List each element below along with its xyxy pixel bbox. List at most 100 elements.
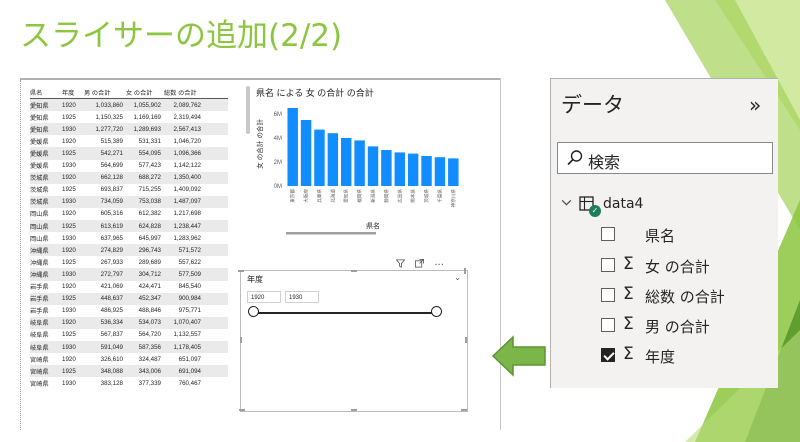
- bar[interactable]: [407, 153, 419, 186]
- x-tick-label: 新潟県: [370, 189, 377, 203]
- table-row[interactable]: 岐阜県 1925 567,837 564,720 1,132,557: [30, 329, 228, 341]
- table-cell: 688,272: [138, 174, 161, 182]
- col-header-prefecture[interactable]: 県名: [30, 88, 62, 97]
- col-header-male-sum[interactable]: 男 の合計: [84, 88, 126, 97]
- bar[interactable]: [367, 146, 379, 186]
- bar[interactable]: [287, 108, 298, 186]
- table-cell: 1,096,366: [173, 150, 201, 158]
- table-cell: 577,509: [178, 270, 201, 278]
- slicer-track[interactable]: [253, 312, 437, 314]
- bar[interactable]: [354, 140, 365, 186]
- table-cell: 326,610: [100, 355, 123, 363]
- bar[interactable]: [341, 138, 352, 186]
- table-cell: 1930: [62, 198, 76, 206]
- field-checkbox[interactable]: [601, 227, 615, 241]
- x-axis-label: 県名: [366, 221, 380, 230]
- table-row[interactable]: 宮崎県 1930 383,128 377,339 760,467: [30, 377, 228, 389]
- table-cell: 734,059: [100, 198, 123, 206]
- table-cell: 2,089,762: [173, 101, 201, 109]
- table-row[interactable]: 愛媛県 1920 515,389 531,331 1,046,720: [30, 135, 228, 147]
- col-header-year[interactable]: 年度: [62, 88, 84, 97]
- table-row[interactable]: 岡山県 1925 613,619 624,828 1,238,447: [30, 220, 228, 233]
- table-cell: 1,289,693: [133, 125, 161, 133]
- table-cell: 605,316: [100, 210, 123, 218]
- table-row[interactable]: 岐阜県 1930 591,049 587,356 1,178,405: [30, 340, 228, 354]
- col-header-total-sum[interactable]: 総数 の合計: [164, 88, 204, 97]
- bar[interactable]: [394, 152, 405, 186]
- slicer-end-handle[interactable]: [431, 306, 442, 317]
- table-row[interactable]: 茨城県 1925 693,837 715,255 1,409,092: [30, 184, 228, 196]
- table-row[interactable]: 愛知県 1930 1,277,720 1,289,693 2,567,413: [30, 123, 228, 136]
- table-row[interactable]: 岩手県 1925 448,637 452,347 900,984: [30, 292, 228, 305]
- chevron-down-icon[interactable]: ⌄: [454, 273, 461, 282]
- resize-handle-tr[interactable]: [464, 268, 466, 274]
- table-cell: 1925: [62, 186, 76, 194]
- table-cell: 1925: [62, 150, 76, 158]
- slicer-start-handle[interactable]: [248, 306, 259, 317]
- table-cell: 岩手県: [30, 296, 49, 304]
- year-slicer[interactable]: 年度 ⌄ 1920 1930: [238, 268, 468, 412]
- slicer-to-input[interactable]: 1930: [285, 291, 319, 303]
- table-cell: 531,331: [138, 137, 161, 145]
- table-row[interactable]: 愛媛県 1925 542,271 554,095 1,096,366: [30, 147, 228, 160]
- resize-handle-bottom[interactable]: [351, 409, 357, 411]
- resize-handle-left[interactable]: [240, 337, 242, 343]
- bar[interactable]: [448, 158, 459, 186]
- bar[interactable]: [314, 129, 325, 186]
- table-cell: 753,038: [138, 198, 161, 206]
- bar[interactable]: [381, 150, 392, 186]
- bar[interactable]: [300, 120, 312, 186]
- table-row[interactable]: 沖縄県 1920 274,829 296,743 571,572: [30, 244, 228, 257]
- table-cell: 534,073: [138, 319, 161, 327]
- resize-handle-right[interactable]: [465, 337, 467, 343]
- resize-handle-top[interactable]: [351, 270, 357, 272]
- search-input[interactable]: 検索: [557, 142, 773, 174]
- arrow-left-icon: [491, 335, 546, 377]
- chart-horizontal-scrollbar[interactable]: [286, 232, 376, 235]
- table-row[interactable]: 宮崎県 1925 348,088 343,006 691,094: [30, 365, 228, 378]
- bar-chart[interactable]: 県名 による 女 の合計 の合計 0M 2M 4M 6M 女 の合計 の合計 東京都 大阪府…: [248, 84, 468, 244]
- report-canvas: 県名 年度 男 の合計 女 の合計 総数 の合計 愛知県 1920 1,033,86…: [20, 78, 501, 430]
- table-cell: 宮崎県: [30, 356, 49, 364]
- table-row[interactable]: 岩手県 1930 486,925 488,846 975,771: [30, 305, 228, 317]
- table-row[interactable]: 愛知県 1920 1,033,860 1,055,902 2,089,762: [30, 99, 228, 112]
- table-row[interactable]: 茨城県 1930 734,059 753,038 1,487,097: [30, 195, 228, 208]
- resize-handle-tl[interactable]: [238, 270, 244, 272]
- table-cell: 岩手県: [30, 308, 49, 316]
- table-cell: 茨城県: [30, 187, 49, 195]
- table-cell: 1920: [62, 355, 76, 363]
- slicer-from-input[interactable]: 1920: [247, 291, 281, 303]
- bar[interactable]: [327, 133, 339, 186]
- table-cell: 1930: [62, 162, 76, 170]
- table-row[interactable]: 愛知県 1925 1,150,325 1,169,169 2,319,494: [30, 111, 228, 123]
- chevron-down-icon[interactable]: [561, 197, 572, 211]
- table-row[interactable]: 茨城県 1920 662,128 688,272 1,350,400: [30, 171, 228, 184]
- bar[interactable]: [421, 156, 432, 186]
- field-checkbox-checked[interactable]: [601, 348, 615, 362]
- table-row[interactable]: 岐阜県 1920 536,334 534,073 1,070,407: [30, 316, 228, 329]
- table-row[interactable]: 沖縄県 1925 267,933 289,689 557,622: [30, 256, 228, 268]
- table-cell: 愛媛県: [30, 138, 49, 146]
- table-row[interactable]: 宮崎県 1920 326,610 324,487 651,097: [30, 353, 228, 365]
- table-cell: 296,743: [138, 246, 161, 254]
- table-row[interactable]: 岡山県 1920 605,316 612,382 1,217,698: [30, 208, 228, 220]
- field-label: 県名: [645, 227, 676, 245]
- table-cell: 愛媛県: [30, 163, 49, 171]
- table-cell: 1920: [62, 210, 76, 218]
- table-row[interactable]: 岡山県 1930 637,965 645,997 1,283,962: [30, 232, 228, 244]
- col-header-female-sum[interactable]: 女 の合計: [126, 88, 164, 97]
- field-checkbox[interactable]: [601, 288, 615, 302]
- field-label: 総数 の合計: [645, 288, 725, 306]
- resize-handle-bl[interactable]: [239, 409, 245, 411]
- resize-handle-br[interactable]: [461, 409, 467, 411]
- table-row[interactable]: 岩手県 1920 421,069 424,471 845,540: [30, 281, 228, 293]
- data-table[interactable]: 県名 年度 男 の合計 女 の合計 総数 の合計 愛知県 1920 1,033,86…: [30, 86, 228, 389]
- table-row[interactable]: 愛媛県 1930 564,699 577,423 1,142,122: [30, 160, 228, 172]
- table-cell: 274,829: [100, 246, 123, 254]
- bar[interactable]: [434, 157, 446, 186]
- field-checkbox[interactable]: [601, 318, 615, 332]
- table-cell: 岡山県: [30, 223, 49, 231]
- table-row[interactable]: 沖縄県 1930 272,797 304,712 577,509: [30, 268, 228, 281]
- field-checkbox[interactable]: [601, 258, 615, 272]
- collapse-pane-icon[interactable]: »: [749, 93, 761, 117]
